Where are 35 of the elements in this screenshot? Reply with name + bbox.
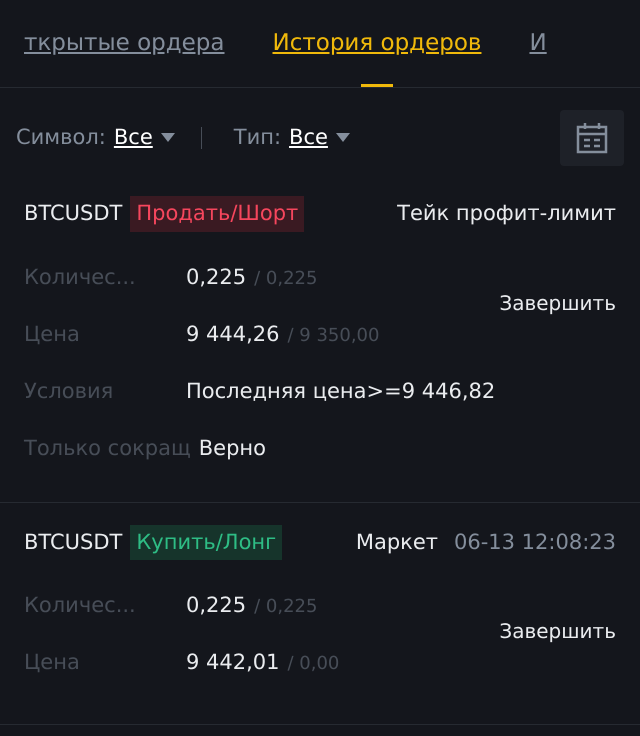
- filter-dropdown[interactable]: Все: [114, 122, 153, 154]
- field-label: Только сокращ: [24, 434, 192, 462]
- side-tag: Купить/Лонг: [130, 524, 282, 560]
- order-type: Тейк профит-лимит: [397, 200, 616, 227]
- field-value: 0,225: [186, 264, 246, 290]
- field-label: Количес...: [24, 592, 137, 619]
- tab[interactable]: И: [529, 0, 547, 87]
- field-label: Условия: [24, 378, 114, 404]
- filter-label: Символ:: [16, 124, 106, 152]
- field-value: 9 444,26: [186, 320, 280, 348]
- field-value: Последняя цена>=9 446,82: [186, 378, 496, 404]
- field-value: 9 442,01: [186, 649, 280, 676]
- field-label: Цена: [24, 649, 81, 676]
- side-tag: Продать/Шорт: [130, 196, 304, 232]
- total-value: / 0,225: [254, 595, 318, 619]
- field-label: Цена: [24, 320, 81, 348]
- order-type: Маркет: [356, 528, 438, 556]
- tab[interactable]: История ордеров: [272, 0, 482, 87]
- field-value: Верно: [198, 434, 266, 462]
- caret-icon[interactable]: [160, 133, 175, 143]
- symbol: BTCUSDT: [24, 528, 122, 556]
- tab[interactable]: ткрытые ордера: [24, 0, 224, 87]
- filter-dropdown[interactable]: Все: [289, 122, 328, 154]
- total-value: / 0,225: [254, 266, 318, 290]
- calendar-icon[interactable]: [560, 110, 624, 166]
- symbol: BTCUSDT: [24, 200, 122, 227]
- total-value: / 0,00: [288, 652, 340, 676]
- field-label: Количес...: [24, 264, 137, 290]
- total-value: / 9 350,00: [288, 324, 380, 348]
- order-time: 06-13 12:08:23: [454, 528, 616, 556]
- field-value: 0,225: [186, 592, 246, 619]
- caret-icon[interactable]: [336, 133, 350, 143]
- filter-label: Тип:: [234, 124, 282, 152]
- complete-button[interactable]: Завершить: [499, 288, 616, 318]
- complete-button[interactable]: Завершить: [499, 616, 616, 646]
